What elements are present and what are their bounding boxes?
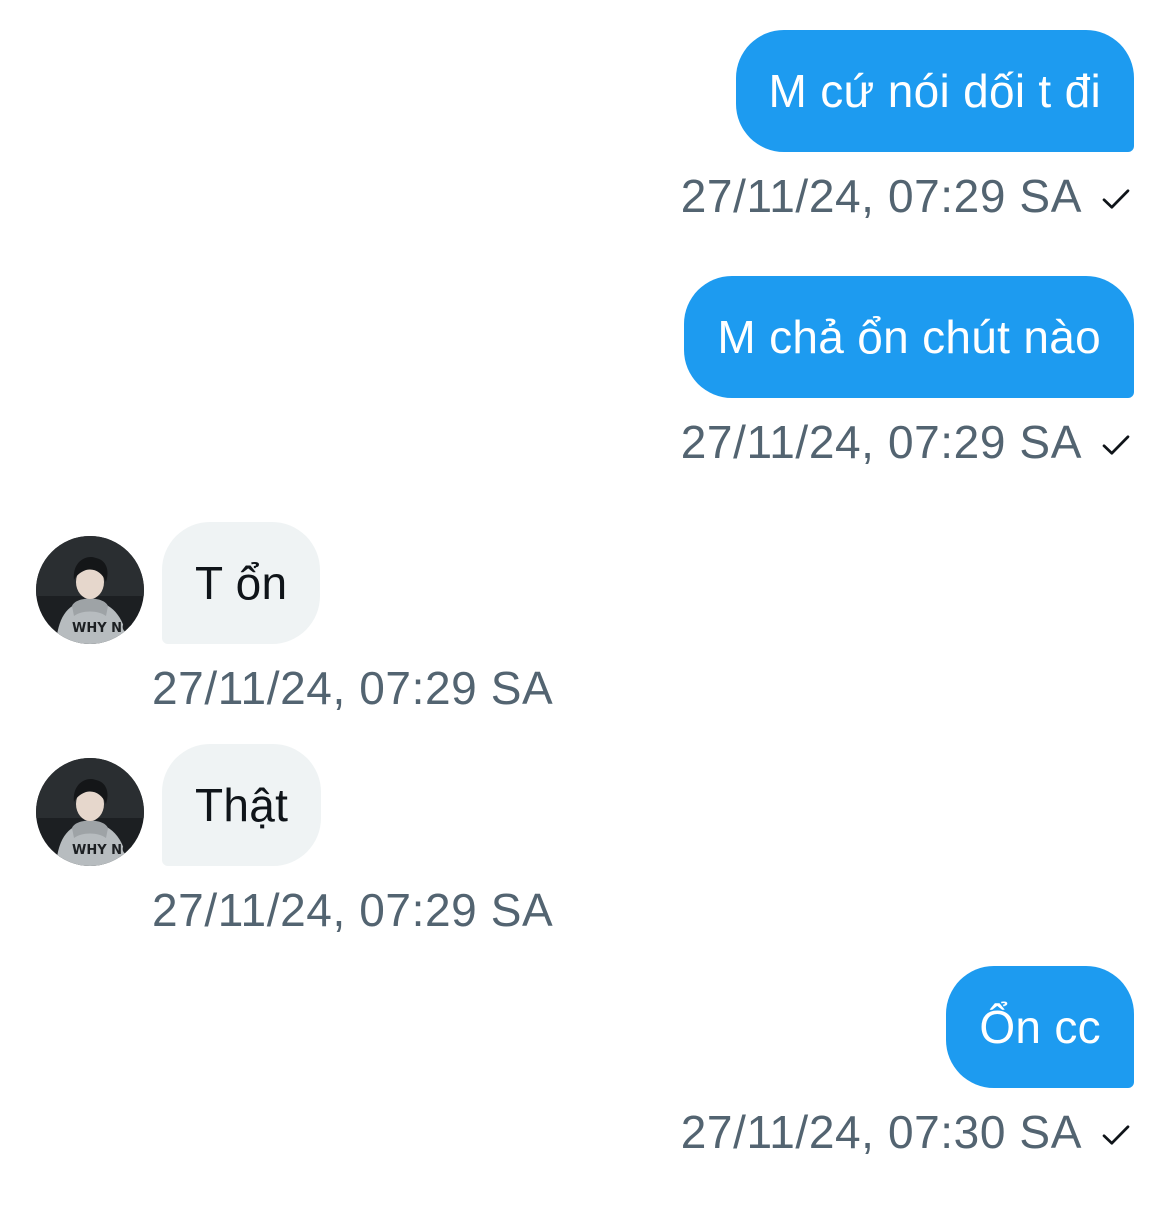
check-icon (1098, 427, 1134, 463)
message-meta: 27/11/24, 07:29 SA (681, 168, 1134, 224)
user-avatar[interactable]: WHY NOT?! (36, 536, 144, 644)
message-outgoing: Ổn cc 27/11/24, 07:30 SA (681, 966, 1134, 1160)
check-icon (1098, 181, 1134, 217)
message-timestamp: 27/11/24, 07:30 SA (680, 1106, 1082, 1158)
message-outgoing: M cứ nói dối t đi 27/11/24, 07:29 SA (681, 30, 1134, 224)
message-incoming: WHY NOT?! Thật 27/11/24, 07:29 SA (36, 744, 553, 938)
svg-text:WHY NOT?!: WHY NOT?! (72, 621, 144, 636)
message-timestamp: 27/11/24, 07:29 SA (152, 884, 554, 936)
message-timestamp: 27/11/24, 07:29 SA (680, 416, 1082, 468)
message-incoming: WHY NOT?! T ổn 27/11/24, 07:29 SA (36, 522, 553, 716)
message-thread: M cứ nói dối t đi 27/11/24, 07:29 SA M c… (0, 0, 1170, 1210)
message-bubble[interactable]: M chả ổn chút nào (684, 276, 1134, 398)
message-bubble[interactable]: Ổn cc (946, 966, 1134, 1088)
message-bubble[interactable]: M cứ nói dối t đi (735, 30, 1134, 152)
check-icon (1098, 1117, 1134, 1153)
message-outgoing: M chả ổn chút nào 27/11/24, 07:29 SA (681, 276, 1134, 470)
message-timestamp: 27/11/24, 07:29 SA (152, 662, 554, 714)
svg-text:WHY NOT?!: WHY NOT?! (72, 843, 144, 858)
message-meta: 27/11/24, 07:29 SA (681, 414, 1134, 470)
message-bubble[interactable]: Thật (162, 744, 322, 866)
message-bubble[interactable]: T ổn (162, 522, 321, 644)
message-meta: 27/11/24, 07:30 SA (681, 1104, 1134, 1160)
message-timestamp: 27/11/24, 07:29 SA (680, 170, 1082, 222)
user-avatar[interactable]: WHY NOT?! (36, 758, 144, 866)
